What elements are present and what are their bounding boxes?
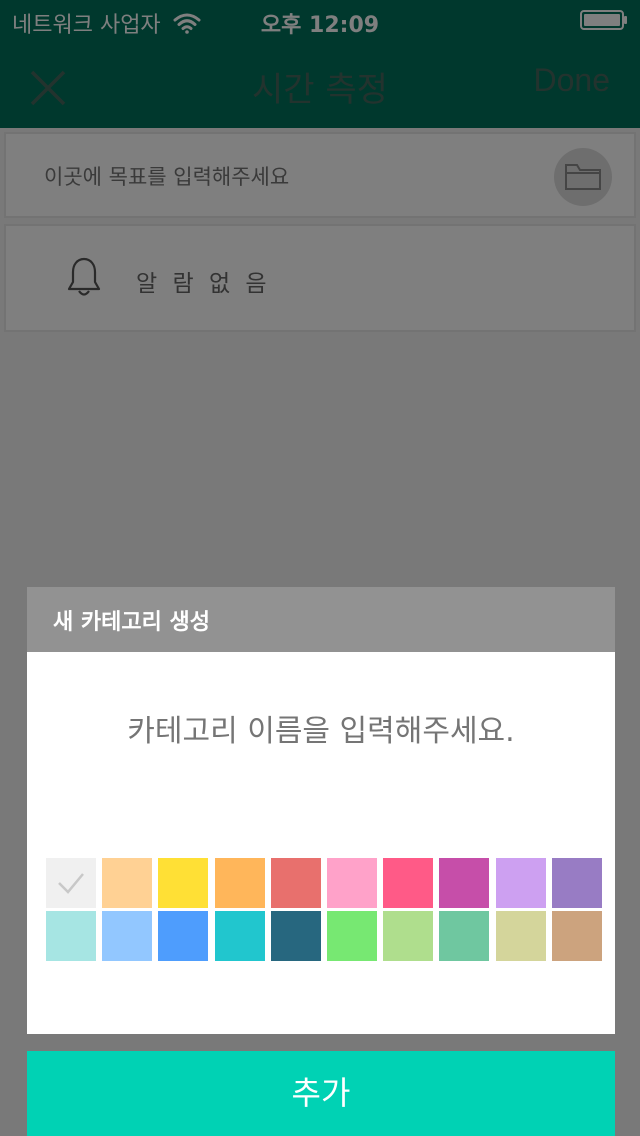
color-swatch[interactable] — [102, 911, 153, 961]
color-swatch[interactable] — [551, 858, 602, 908]
add-button[interactable]: 추가 — [27, 1051, 615, 1136]
color-swatch[interactable] — [383, 911, 434, 961]
new-category-dialog: 새 카테고리 생성 — [27, 587, 615, 1034]
color-swatch[interactable] — [326, 911, 377, 961]
color-swatch[interactable] — [495, 911, 546, 961]
color-swatch[interactable] — [102, 858, 153, 908]
color-swatch[interactable] — [326, 858, 377, 908]
color-swatch[interactable] — [158, 858, 209, 908]
check-icon — [58, 873, 84, 894]
color-swatch[interactable] — [383, 858, 434, 908]
color-palette — [46, 858, 602, 961]
color-swatch[interactable] — [214, 858, 265, 908]
color-swatch[interactable] — [551, 911, 602, 961]
color-swatch[interactable] — [439, 911, 490, 961]
category-name-input[interactable] — [27, 714, 615, 749]
dialog-header: 새 카테고리 생성 — [27, 587, 615, 652]
color-swatch[interactable] — [214, 911, 265, 961]
color-swatch[interactable] — [439, 858, 490, 908]
color-swatch[interactable] — [270, 858, 321, 908]
color-swatch[interactable] — [158, 911, 209, 961]
color-swatch-selected[interactable] — [46, 858, 96, 908]
dialog-title: 새 카테고리 생성 — [53, 610, 210, 635]
color-swatch[interactable] — [270, 911, 321, 961]
color-swatch[interactable] — [46, 911, 96, 961]
color-swatch[interactable] — [495, 858, 546, 908]
